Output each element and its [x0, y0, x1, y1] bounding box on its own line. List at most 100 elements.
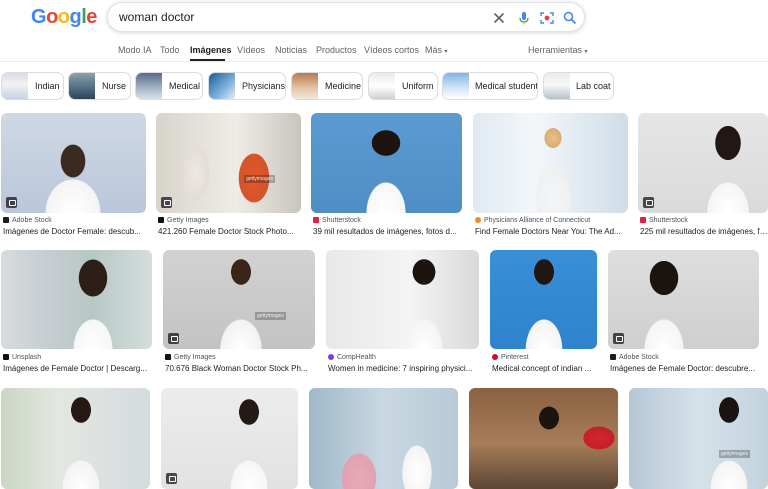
tab-more[interactable]: Más ▾ — [425, 45, 448, 55]
search-box[interactable]: woman doctor — [107, 2, 585, 32]
result-title[interactable]: Medical concept of indian ... — [492, 364, 597, 373]
result-thumbnail — [473, 113, 628, 213]
chip-medicine[interactable]: Medicine — [291, 72, 363, 100]
chip-label: Medicine — [325, 81, 362, 91]
chip-uniform[interactable]: Uniform — [368, 72, 438, 100]
logo-letter: o — [57, 6, 70, 28]
tools-button[interactable]: Herramientas ▾ — [528, 45, 588, 55]
caret-down-icon: ▾ — [584, 49, 588, 55]
chip-thumbnail — [136, 73, 162, 99]
tab-products[interactable]: Productos — [316, 45, 357, 55]
result-title[interactable]: Women in medicine: 7 inspiring physici..… — [328, 364, 478, 373]
result-source[interactable]: Getty Images — [165, 354, 216, 361]
search-input[interactable]: woman doctor — [119, 10, 194, 24]
watermark: gettyimages — [719, 450, 750, 458]
chip-indian[interactable]: Indian — [1, 72, 64, 100]
result-title[interactable]: Find Female Doctors Near You: The Ad... — [475, 227, 630, 236]
result-thumbnail — [490, 250, 597, 349]
chip-label: Uniform — [402, 81, 434, 91]
result-source[interactable]: Shutterstock — [640, 217, 688, 224]
chip-thumbnail — [292, 73, 318, 99]
chip-label: Nurse — [102, 81, 127, 91]
chip-thumbnail — [544, 73, 570, 99]
image-badge-icon — [166, 473, 177, 484]
source-label: Shutterstock — [649, 217, 688, 224]
google-logo[interactable]: Google — [31, 6, 97, 29]
tools-label: Herramientas — [528, 45, 583, 55]
chip-lab-coat[interactable]: Lab coat — [543, 72, 614, 100]
result-thumbnail: gettyimages — [163, 250, 315, 349]
tab-more-label: Más — [425, 45, 443, 55]
chip-label: Medical — [169, 81, 201, 91]
search-icon[interactable] — [562, 10, 578, 26]
result-thumbnail — [1, 388, 150, 489]
mic-icon[interactable] — [516, 10, 532, 26]
source-label: Shutterstock — [322, 217, 361, 224]
result-thumbnail — [638, 113, 768, 213]
source-label: CompHealth — [337, 354, 376, 361]
result-thumbnail — [161, 388, 298, 489]
chip-thumbnail — [2, 73, 28, 99]
favicon-icon — [3, 217, 9, 223]
result-source[interactable]: Pinterest — [492, 354, 529, 361]
logo-letter: G — [31, 6, 47, 28]
source-label: Getty Images — [174, 354, 216, 361]
active-tab-indicator — [190, 59, 225, 61]
search-tabs: Modo IA Todo Imágenes Vídeos Noticias Pr… — [0, 38, 768, 62]
result-source[interactable]: Adobe Stock — [3, 217, 52, 224]
chip-label: Medical student — [475, 81, 538, 91]
image-badge-icon — [643, 197, 654, 208]
result-title[interactable]: 421.260 Female Doctor Stock Photo... — [158, 227, 303, 236]
close-icon[interactable] — [491, 10, 507, 26]
chip-medical[interactable]: Medical — [135, 72, 203, 100]
tab-all[interactable]: Todo — [160, 45, 180, 55]
result-thumbnail: gettyimages — [156, 113, 301, 213]
logo-letter: e — [86, 6, 97, 28]
chip-medical-student[interactable]: Medical student — [442, 72, 538, 100]
result-title[interactable]: 225 mil resultados de imágenes, foto... — [640, 227, 768, 236]
watermark: gettyimages — [244, 175, 275, 183]
result-title[interactable]: 39 mil resultados de imágenes, fotos d..… — [313, 227, 464, 236]
result-source[interactable]: Getty Images — [158, 217, 209, 224]
favicon-icon — [475, 217, 481, 223]
source-label: Physicians Alliance of Connecticut — [484, 217, 591, 224]
result-source[interactable]: Physicians Alliance of Connecticut — [475, 217, 590, 224]
chip-label: Physicians — [242, 81, 286, 91]
favicon-icon — [492, 354, 498, 360]
chip-thumbnail — [69, 73, 95, 99]
favicon-icon — [3, 354, 9, 360]
tab-ai-mode[interactable]: Modo IA — [118, 45, 152, 55]
lens-icon[interactable] — [539, 10, 555, 26]
result-thumbnail — [469, 388, 618, 489]
chip-thumbnail — [209, 73, 235, 99]
result-source[interactable]: Shutterstock — [313, 217, 361, 224]
result-title[interactable]: 70.676 Black Woman Doctor Stock Ph... — [165, 364, 317, 373]
tab-news[interactable]: Noticias — [275, 45, 307, 55]
caret-down-icon: ▾ — [444, 49, 448, 55]
source-label: Getty Images — [167, 217, 209, 224]
result-title[interactable]: Imágenes de Doctor Female: descub... — [3, 227, 148, 236]
logo-letter: g — [69, 6, 82, 28]
chip-label: Lab coat — [576, 81, 611, 91]
result-source[interactable]: Unsplash — [3, 354, 41, 361]
result-thumbnail — [311, 113, 462, 213]
result-source[interactable]: Adobe Stock — [610, 354, 659, 361]
chip-nurse[interactable]: Nurse — [68, 72, 131, 100]
chip-physicians[interactable]: Physicians — [208, 72, 286, 100]
image-badge-icon — [168, 333, 179, 344]
tab-images[interactable]: Imágenes — [190, 45, 232, 55]
tab-short-videos[interactable]: Vídeos cortos — [364, 45, 419, 55]
result-thumbnail — [608, 250, 759, 349]
image-badge-icon — [161, 197, 172, 208]
result-source[interactable]: CompHealth — [328, 354, 376, 361]
tab-videos[interactable]: Vídeos — [237, 45, 265, 55]
result-title[interactable]: Imágenes de Female Doctor: descubre... — [610, 364, 761, 373]
chip-thumbnail — [443, 73, 469, 99]
image-badge-icon — [613, 333, 624, 344]
result-thumbnail — [1, 113, 146, 213]
result-thumbnail: gettyimages — [629, 388, 768, 489]
source-label: Adobe Stock — [619, 354, 659, 361]
favicon-icon — [165, 354, 171, 360]
image-badge-icon — [6, 197, 17, 208]
result-title[interactable]: Imágenes de Female Doctor | Descarg... — [3, 364, 154, 373]
